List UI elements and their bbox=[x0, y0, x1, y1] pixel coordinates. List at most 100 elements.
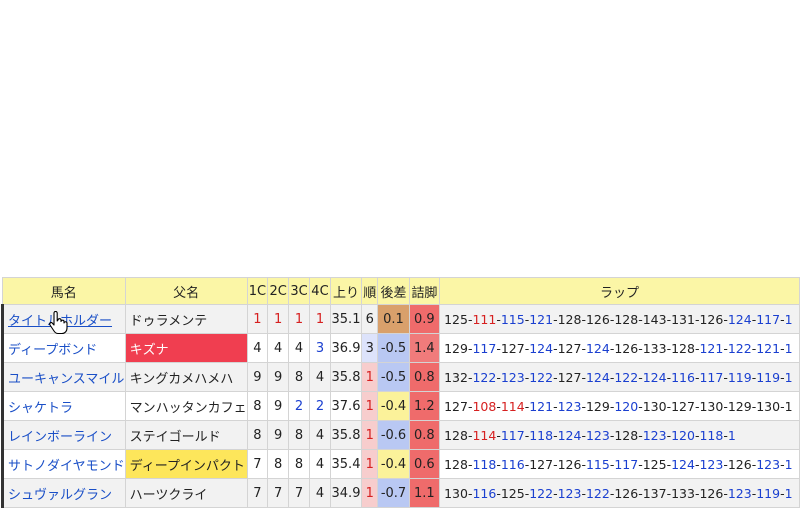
corner-c2-cell: 8 bbox=[267, 449, 290, 479]
header-lap[interactable]: ラップ bbox=[439, 277, 800, 305]
table-body: タイトルホルダー ドゥラメンテ 1 1 1 1 35.1 6 0.1 0.9 125-111-115… bbox=[1, 304, 800, 508]
lap-value: 125 bbox=[642, 456, 667, 472]
diff-cell: -0.5 bbox=[377, 362, 410, 392]
lap-value: 127 bbox=[557, 369, 582, 385]
corner-c2-cell: 1 bbox=[267, 304, 290, 334]
corner-c4-cell: 1 bbox=[309, 304, 331, 334]
horse-name-link[interactable]: ディープボンド bbox=[8, 343, 97, 358]
lap-value: 124 bbox=[671, 456, 695, 472]
corner-c4-cell: 4 bbox=[309, 478, 331, 508]
lap-value: 122 bbox=[472, 369, 497, 385]
lap-value: 1 bbox=[784, 456, 793, 472]
sire-name-cell: キングカメハメハ bbox=[124, 362, 248, 392]
corner-c3-cell: 7 bbox=[288, 478, 311, 508]
horse-name-link[interactable]: ユーキャンスマイル bbox=[8, 372, 124, 387]
last-3f-cell: 35.8 bbox=[329, 362, 363, 392]
horse-name-cell: シュヴァルグラン bbox=[1, 478, 126, 508]
kick-cell: 1.2 bbox=[408, 391, 441, 421]
lap-value: 114 bbox=[472, 427, 497, 443]
corner-c2-cell: 9 bbox=[267, 420, 290, 450]
last-3f-cell: 35.8 bbox=[329, 420, 363, 450]
lap-value: 119 bbox=[756, 485, 781, 501]
corner-c1-cell: 4 bbox=[246, 333, 269, 363]
last-3f-cell: 36.9 bbox=[329, 333, 363, 363]
header-3c[interactable]: 3C bbox=[288, 277, 311, 305]
table-row: シャケトラ マンハッタンカフェ 8 9 2 2 37.6 1 -0.4 1.2 127-108-11… bbox=[1, 391, 800, 421]
corner-c3-cell: 8 bbox=[288, 449, 311, 479]
lap-value: 123 bbox=[585, 427, 610, 443]
corner-c4-cell: 4 bbox=[309, 362, 331, 392]
table-header: 馬名 父名 1C 2C 3C 4C 上り 順 後差 詰脚 ラップ bbox=[2, 277, 800, 305]
horse-name-cell: シャケトラ bbox=[1, 391, 126, 421]
lap-value: 121 bbox=[699, 340, 724, 356]
lap-value: 117 bbox=[614, 456, 639, 472]
lap-value: 116 bbox=[500, 456, 525, 472]
lap-cell: 128-118-116-127-126-115-117-125-124-123-… bbox=[439, 449, 800, 479]
lap-value: 122 bbox=[529, 369, 554, 385]
lap-value: 123 bbox=[557, 398, 582, 414]
header-diff[interactable]: 後差 bbox=[377, 277, 410, 305]
lap-value: 126 bbox=[585, 311, 610, 327]
table-row: レインボーライン ステイゴールド 8 9 8 4 35.8 1 -0.6 0.8 128-114-1… bbox=[1, 420, 800, 450]
lap-value: 130 bbox=[699, 398, 724, 414]
header-2c[interactable]: 2C bbox=[267, 277, 290, 305]
lap-value: 1 bbox=[784, 398, 793, 414]
lap-value: 123 bbox=[699, 456, 724, 472]
lap-value: 119 bbox=[727, 369, 752, 385]
lap-value: 120 bbox=[671, 427, 695, 443]
lap-value: 121 bbox=[529, 398, 554, 414]
lap-value: 111 bbox=[472, 311, 497, 327]
horse-name-link[interactable]: シャケトラ bbox=[8, 401, 73, 416]
lap-value: 124 bbox=[642, 369, 667, 385]
header-horse[interactable]: 馬名 bbox=[2, 277, 126, 305]
lap-value: 119 bbox=[756, 369, 781, 385]
horse-name-cell: サトノダイヤモンド bbox=[1, 449, 126, 479]
lap-value: 127 bbox=[671, 398, 695, 414]
lap-value: 108 bbox=[472, 398, 497, 414]
lap-cell: 128-114-117-118-124-123-128-123-120-118-… bbox=[439, 420, 800, 450]
horse-name-link[interactable]: シュヴァルグラン bbox=[8, 488, 112, 503]
corner-c4-cell: 4 bbox=[309, 449, 331, 479]
corner-c2-cell: 9 bbox=[267, 391, 290, 421]
lap-value: 1 bbox=[727, 427, 736, 443]
lap-value: 130 bbox=[756, 398, 781, 414]
lap-value: 127 bbox=[529, 456, 554, 472]
lap-value: 115 bbox=[500, 311, 525, 327]
header-kick[interactable]: 詰脚 bbox=[408, 277, 441, 305]
horse-name-link[interactable]: サトノダイヤモンド bbox=[8, 459, 124, 474]
lap-value: 126 bbox=[614, 340, 639, 356]
corner-c3-cell: 8 bbox=[288, 420, 311, 450]
lap-value: 117 bbox=[500, 427, 525, 443]
race-table: 馬名 父名 1C 2C 3C 4C 上り 順 後差 詰脚 ラップ タイトルホルダ… bbox=[1, 277, 800, 508]
horse-name-link[interactable]: レインボーライン bbox=[8, 430, 112, 445]
lap-cell: 125-111-115-121-128-126-128-143-131-126-… bbox=[439, 304, 800, 334]
lap-value: 114 bbox=[500, 398, 525, 414]
last-3f-cell: 35.1 bbox=[329, 304, 363, 334]
lap-value: 127 bbox=[500, 340, 525, 356]
header-sire[interactable]: 父名 bbox=[124, 277, 248, 305]
lap-value: 125 bbox=[444, 311, 468, 327]
last-3f-cell: 34.9 bbox=[329, 478, 363, 508]
diff-cell: -0.4 bbox=[377, 391, 410, 421]
corner-c4-cell: 3 bbox=[309, 333, 331, 363]
sire-name-cell: ステイゴールド bbox=[124, 420, 248, 450]
header-last[interactable]: 上り bbox=[329, 277, 363, 305]
rank-cell: 1 bbox=[361, 449, 379, 479]
header-4c[interactable]: 4C bbox=[309, 277, 331, 305]
sire-name-cell: ドゥラメンテ bbox=[124, 304, 248, 334]
lap-value: 1 bbox=[784, 311, 793, 327]
lap-value: 129 bbox=[585, 398, 610, 414]
lap-value: 115 bbox=[585, 456, 610, 472]
rank-cell: 6 bbox=[361, 304, 379, 334]
lap-value: 137 bbox=[642, 485, 667, 501]
lap-value: 129 bbox=[444, 340, 468, 356]
header-1c[interactable]: 1C bbox=[246, 277, 269, 305]
table-row: サトノダイヤモンド ディープインパクト 7 8 8 4 35.4 1 -0.4 0.6 128-11… bbox=[1, 449, 800, 479]
corner-c2-cell: 9 bbox=[267, 362, 290, 392]
lap-value: 143 bbox=[642, 311, 667, 327]
header-rank[interactable]: 順 bbox=[361, 277, 379, 305]
corner-c2-cell: 7 bbox=[267, 478, 290, 508]
lap-value: 122 bbox=[727, 340, 752, 356]
lap-value: 123 bbox=[557, 485, 582, 501]
horse-name-link[interactable]: タイトルホルダー bbox=[8, 314, 112, 329]
